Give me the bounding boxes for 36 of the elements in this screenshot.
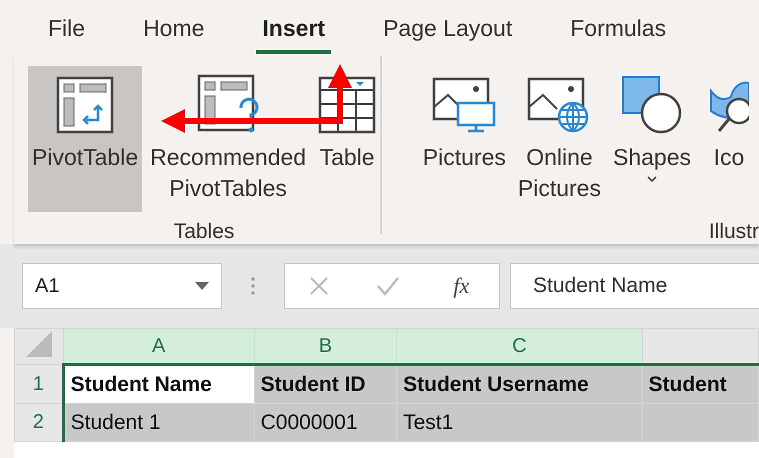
group-label: Tables (174, 219, 234, 244)
table-cell: C0000001 (254, 404, 397, 442)
table-cell: Student (642, 364, 758, 404)
table-cell: Test1 (396, 404, 642, 442)
column-header[interactable]: A (63, 328, 254, 364)
name-box[interactable]: A1 (22, 263, 222, 309)
dropdown-icon[interactable] (195, 282, 209, 290)
table-cell: Student Username (396, 364, 642, 404)
ribbon-tab[interactable]: Formulas (548, 0, 688, 56)
column-header[interactable]: B (254, 328, 397, 364)
table-cell: Student ID (254, 364, 397, 404)
group-label: Illustr (708, 219, 759, 244)
table-cell: Student Name (63, 364, 254, 404)
row-header[interactable]: 1 (14, 364, 64, 404)
ribbon-button[interactable]: Ico (699, 66, 759, 212)
ribbon-tab[interactable]: Home (121, 0, 226, 56)
formula-field[interactable]: Student Name (510, 263, 759, 309)
ribbon-button[interactable]: Shapes (608, 66, 695, 212)
ribbon-button[interactable]: Recommended PivotTables (146, 66, 310, 212)
pivot-table-icon (56, 76, 114, 134)
ribbon-button[interactable]: Pictures (418, 66, 510, 212)
ribbon-button[interactable]: Table (314, 66, 380, 212)
insert-function-button[interactable]: fx (447, 272, 476, 300)
column-header[interactable] (642, 328, 758, 364)
ribbon-tab[interactable]: Insert (240, 0, 348, 56)
ribbon-tab[interactable]: Page Layout (361, 0, 534, 56)
cancel-icon[interactable] (308, 276, 329, 296)
grip-icon (251, 276, 255, 296)
row-header[interactable]: 2 (14, 404, 64, 442)
ribbon-button[interactable]: PivotTable (28, 66, 142, 212)
ribbon-tab[interactable]: File (26, 0, 108, 56)
table-cell: Student 1 (63, 404, 254, 442)
ribbon-button[interactable]: Online Pictures (514, 66, 605, 212)
column-header[interactable]: C (396, 328, 642, 364)
enter-icon[interactable] (376, 276, 400, 296)
select-all-icon[interactable] (26, 330, 52, 356)
